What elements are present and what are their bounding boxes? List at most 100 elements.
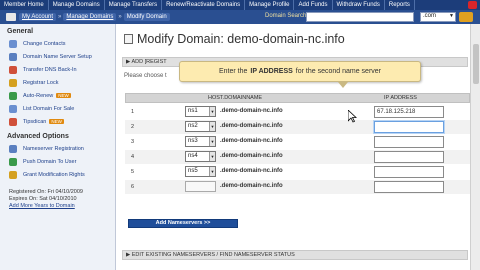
sidebar-item-contacts[interactable]: Change Contacts bbox=[0, 37, 115, 50]
table-row: 6 .demo-domain-nc.info bbox=[125, 180, 470, 194]
breadcrumb-manage-domains[interactable]: Manage Domains bbox=[63, 13, 117, 21]
chevron-down-icon: ▼ bbox=[209, 137, 215, 146]
sidebar-item-label: Nameserver Registration bbox=[23, 145, 84, 152]
nameserver-icon bbox=[9, 144, 17, 153]
chevron-down-icon: ▼ bbox=[209, 107, 215, 116]
table-row: 3 ns3 ▼ .demo-domain-nc.info bbox=[125, 135, 470, 149]
sidebar-item-label: Transfer DNS Back-In bbox=[23, 66, 77, 73]
renew-icon bbox=[9, 91, 17, 100]
tld-select[interactable]: .com ▼ bbox=[420, 12, 456, 22]
sidebar-item-label: Auto-Renew bbox=[23, 92, 54, 99]
contacts-icon bbox=[9, 39, 17, 48]
nameserver-prefix-select[interactable]: ns1 ▼ bbox=[185, 106, 216, 117]
ip-address-input[interactable] bbox=[374, 121, 444, 133]
nameserver-prefix-select[interactable]: ns5 ▼ bbox=[185, 166, 216, 177]
sidebar-item-transfer[interactable]: Transfer DNS Back-In bbox=[0, 63, 115, 76]
nameserver-prefix-input[interactable] bbox=[185, 181, 216, 192]
sidebar-item-label: List Domain For Sale bbox=[23, 105, 75, 112]
transfer-icon bbox=[9, 65, 17, 74]
sidebar-item-label: Push Domain To User bbox=[23, 158, 77, 165]
nameserver-prefix-value: ns3 bbox=[188, 138, 198, 144]
sidebar-general-list: Change Contacts Domain Name Server Setup T… bbox=[0, 37, 115, 128]
grant-icon bbox=[9, 170, 17, 179]
breadcrumb-my-account[interactable]: My Account bbox=[19, 13, 57, 21]
nav-withdraw-funds[interactable]: Withdraw Funds bbox=[333, 0, 385, 10]
new-badge: NEW bbox=[56, 93, 71, 98]
row-number: 2 bbox=[131, 124, 135, 130]
notification-badge[interactable] bbox=[468, 1, 477, 9]
table-row: 5 ns5 ▼ .demo-domain-nc.info bbox=[125, 165, 470, 179]
domain-search-input[interactable] bbox=[306, 12, 414, 22]
sale-icon bbox=[9, 104, 17, 113]
existing-label: EDIT EXISTING NAMESERVERS / FIND NAMESER… bbox=[131, 252, 295, 258]
table-row: 2 ns2 ▼ .demo-domain-nc.info bbox=[125, 120, 470, 134]
table-header: HOST.DOMAINNAME IP ADDRESS bbox=[125, 93, 470, 103]
column-host-domainname: HOST.DOMAINNAME bbox=[208, 95, 263, 101]
sidebar-item-server[interactable]: Domain Name Server Setup bbox=[0, 50, 115, 63]
nameserver-prefix-select[interactable]: ns3 ▼ bbox=[185, 136, 216, 147]
ip-address-input[interactable] bbox=[374, 181, 444, 193]
nav-add-funds[interactable]: Add Funds bbox=[294, 0, 333, 10]
add-nameservers-button[interactable]: Add Nameservers >> bbox=[128, 219, 238, 228]
nav-manage-transfers[interactable]: Manage Transfers bbox=[105, 0, 163, 10]
sidebar-item-push[interactable]: Push Domain To User bbox=[0, 155, 115, 168]
page-header: Modify Domain: demo-domain-nc.info bbox=[124, 32, 345, 46]
nameserver-prefix-select[interactable]: ns4 ▼ bbox=[185, 151, 216, 162]
page-title: Modify Domain: demo-domain-nc.info bbox=[137, 32, 345, 46]
sidebar-item-sale[interactable]: List Domain For Sale bbox=[0, 102, 115, 115]
lock-icon bbox=[9, 78, 17, 87]
sidebar-item-renew[interactable]: Auto-Renew NEW bbox=[0, 89, 115, 102]
sidebar-general-title: General bbox=[7, 28, 34, 35]
sidebar-item-lock[interactable]: Registrar Lock bbox=[0, 76, 115, 89]
row-number: 5 bbox=[131, 169, 135, 175]
nameserver-prefix-value: ns5 bbox=[188, 168, 198, 174]
instruction-text: Please choose t bbox=[124, 73, 167, 79]
document-icon bbox=[124, 34, 133, 44]
nav-reports[interactable]: Reports bbox=[385, 0, 415, 10]
nav-renew-reactivate[interactable]: Renew/Reactivate Domains bbox=[162, 0, 246, 10]
tld-value: .com bbox=[423, 13, 437, 19]
home-icon[interactable] bbox=[6, 13, 16, 21]
ip-address-tooltip: Enter the IP ADDRESS for the second name… bbox=[179, 61, 421, 88]
sidebar-item-grant[interactable]: Grant Modification Rights bbox=[0, 168, 115, 181]
host-domain-suffix: .demo-domain-nc.info bbox=[220, 123, 283, 129]
nav-manage-domains[interactable]: Manage Domains bbox=[49, 0, 105, 10]
push-icon bbox=[9, 157, 17, 166]
server-icon bbox=[9, 52, 17, 61]
tip-icon bbox=[9, 117, 17, 126]
nav-manage-profile[interactable]: Manage Profile bbox=[245, 0, 295, 10]
chevron-down-icon: ▼ bbox=[209, 122, 215, 131]
sidebar-item-label: Domain Name Server Setup bbox=[23, 53, 92, 60]
search-go-button[interactable] bbox=[459, 12, 473, 22]
host-domain-suffix: .demo-domain-nc.info bbox=[220, 153, 283, 159]
edit-existing-nameservers-header[interactable]: ▶ EDIT EXISTING NAMESERVERS / FIND NAMES… bbox=[122, 250, 468, 260]
scrollbar-thumb[interactable] bbox=[473, 44, 479, 84]
vertical-scrollbar[interactable] bbox=[470, 24, 480, 270]
table-row: 4 ns4 ▼ .demo-domain-nc.info bbox=[125, 150, 470, 164]
nameserver-prefix-value: ns2 bbox=[188, 123, 198, 129]
nameserver-prefix-select[interactable]: ns2 ▼ bbox=[185, 121, 216, 132]
tooltip-text-before: Enter the bbox=[218, 68, 248, 75]
top-navigation: Member Home Manage Domains Manage Transf… bbox=[0, 0, 480, 10]
add-years-link[interactable]: Add More Years to Domain bbox=[0, 203, 115, 210]
ip-address-input[interactable] bbox=[374, 151, 444, 163]
breadcrumb-separator: » bbox=[58, 14, 62, 20]
sidebar-item-tip[interactable]: Tipsdican NEW bbox=[0, 115, 115, 128]
new-badge: NEW bbox=[49, 119, 64, 124]
ip-address-input[interactable] bbox=[374, 136, 444, 148]
row-number: 3 bbox=[131, 139, 135, 145]
nav-member-home[interactable]: Member Home bbox=[0, 0, 49, 10]
chevron-down-icon: ▼ bbox=[209, 152, 215, 161]
ip-address-input[interactable] bbox=[374, 166, 444, 178]
breadcrumb-bar: My Account » Manage Domains » Modify Dom… bbox=[0, 10, 480, 24]
nameserver-table: HOST.DOMAINNAME IP ADDRESS 1 ns1 ▼ .demo-do… bbox=[125, 93, 470, 227]
sidebar-item-nameserver[interactable]: Nameserver Registration bbox=[0, 142, 115, 155]
sidebar-item-label: Registrar Lock bbox=[23, 79, 59, 86]
registered-date: Registered On: Fri 04/10/2009 bbox=[9, 189, 83, 195]
section-label: ADD [REGIST bbox=[131, 59, 167, 65]
breadcrumb-separator: » bbox=[118, 14, 122, 20]
column-ip-address: IP ADDRESS bbox=[384, 95, 417, 101]
host-domain-suffix: .demo-domain-nc.info bbox=[220, 183, 283, 189]
ip-address-input[interactable]: 67.18.125.218 bbox=[374, 106, 444, 118]
tooltip-arrow bbox=[338, 82, 348, 88]
